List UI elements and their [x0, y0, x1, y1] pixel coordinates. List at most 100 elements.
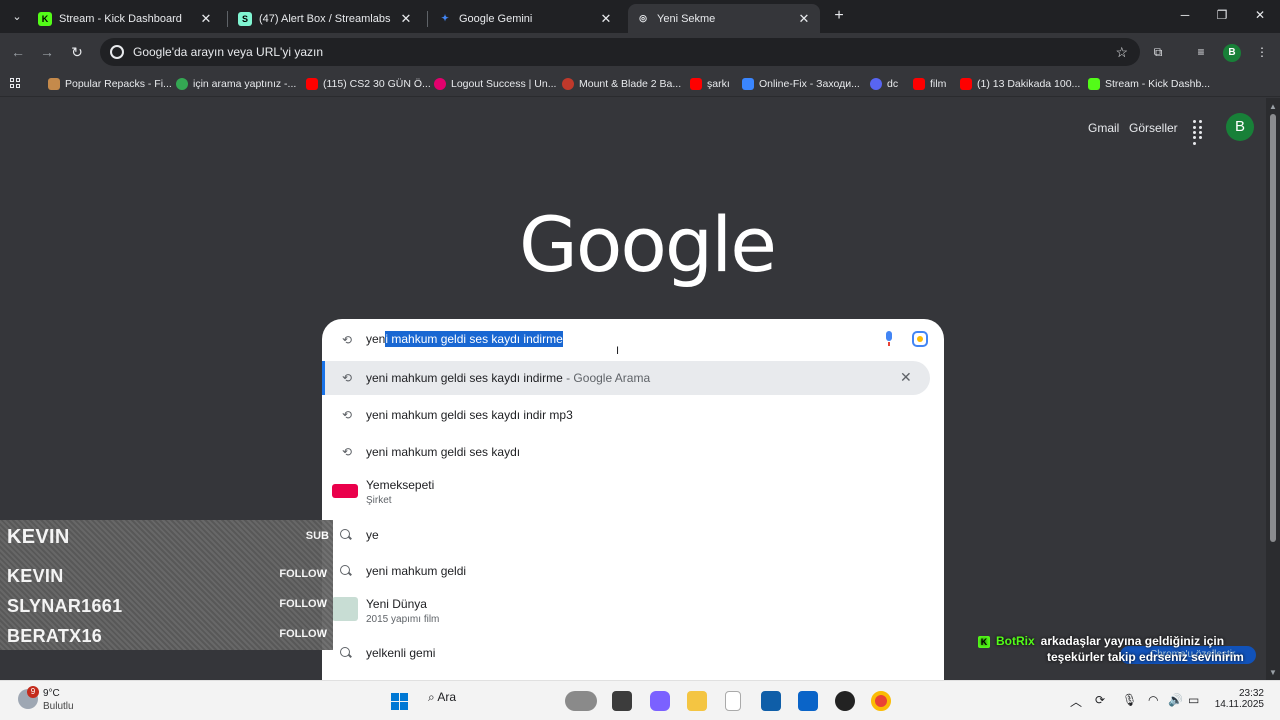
images-link[interactable]: Görseller — [1129, 121, 1178, 135]
suggestion-item[interactable]: ⟲ yeni mahkum geldi ses kaydı indirme - … — [322, 361, 930, 395]
close-tab-icon[interactable]: ✕ — [198, 11, 214, 27]
search-icon — [340, 565, 350, 575]
tab-title: Google Gemini — [459, 12, 533, 25]
address-bar[interactable]: Google'da arayın veya URL'yi yazın ☆ — [100, 38, 1140, 66]
bookmark-label: Popular Repacks - Fi... — [65, 78, 172, 90]
text-cursor-icon: I — [616, 345, 620, 357]
notepad-icon[interactable] — [725, 691, 741, 711]
tab-streamlabs[interactable]: S (47) Alert Box / Streamlabs ✕ — [230, 4, 422, 33]
scroll-up-icon[interactable]: ▲ — [1269, 102, 1277, 111]
suggestion-text: yeni mahkum geldi — [366, 564, 467, 578]
scrollbar-thumb[interactable] — [1270, 114, 1276, 542]
bookmark-item[interactable]: için arama yaptınız -... — [176, 76, 296, 92]
tab-google-gemini[interactable]: ✦ Google Gemini ✕ — [430, 4, 622, 33]
bookmark-favicon-icon — [176, 78, 188, 90]
system-clock[interactable]: 23:32 14.11.2025 — [1214, 688, 1264, 710]
restore-icon[interactable]: ❐ — [1212, 8, 1232, 22]
taskbar-search[interactable]: ⌕ Ara — [428, 690, 456, 705]
bookmark-item[interactable]: Mount & Blade 2 Ba... — [562, 76, 681, 92]
windows-start-icon[interactable] — [390, 692, 408, 710]
tab-yeni-sekme[interactable]: ◎ Yeni Sekme ✕ — [628, 4, 820, 33]
bookmark-item[interactable]: dc — [870, 76, 898, 92]
yeni-dunya-thumbnail — [332, 597, 358, 621]
bookmark-item[interactable]: film — [913, 76, 946, 92]
bookmark-label: Stream - Kick Dashb... — [1105, 78, 1211, 90]
close-tab-icon[interactable]: ✕ — [598, 11, 614, 27]
bookmark-item[interactable]: Popular Repacks - Fi... — [48, 76, 172, 92]
tab-search-chevron-icon[interactable]: ⌄ — [6, 6, 28, 26]
wifi-icon[interactable]: ◠ — [1148, 693, 1158, 707]
suggestion-text: yeni mahkum geldi ses kaydı indirme — [366, 371, 563, 385]
sync-icon[interactable]: ⟳ — [1095, 693, 1105, 707]
kick-favicon-icon: K — [38, 11, 52, 26]
google-apps-icon[interactable] — [1192, 119, 1208, 145]
history-icon: ⟲ — [341, 333, 353, 347]
forward-arrow-icon[interactable]: → — [37, 42, 57, 62]
close-window-icon[interactable]: ✕ — [1250, 8, 1270, 22]
overlay-header-tag: SUB — [305, 530, 329, 542]
remove-suggestion-icon[interactable]: ✕ — [900, 369, 912, 386]
media-queue-icon[interactable]: ≡ — [1193, 44, 1209, 60]
reload-icon[interactable]: ↻ — [67, 42, 87, 62]
bookmark-item[interactable]: şarkı — [690, 76, 730, 92]
bookmark-item[interactable]: Online-Fix - Заходи... — [742, 76, 860, 92]
widgets-icon[interactable] — [565, 691, 597, 711]
chrome-icon[interactable] — [871, 691, 891, 711]
discord-icon — [870, 78, 882, 90]
suggestion-item[interactable]: Yemeksepeti Şirket — [322, 471, 944, 511]
suggestion-text: Yemeksepeti — [366, 478, 435, 492]
bookmark-label: film — [930, 78, 947, 90]
page-scrollbar[interactable]: ▲ ▼ — [1266, 98, 1280, 680]
scroll-down-icon[interactable]: ▼ — [1269, 668, 1277, 677]
bookmark-item[interactable]: Logout Success | Un... — [434, 76, 556, 92]
search-input[interactable]: ⟲ yeni mahkum geldi ses kaydı indirme I — [322, 319, 944, 361]
file-explorer-icon[interactable] — [687, 691, 707, 711]
overlay-row-tag: FOLLOW — [279, 568, 327, 580]
stream-events-overlay: KEVIN SUB KEVIN FOLLOW SLYNAR1661 FOLLOW… — [0, 520, 333, 650]
extensions-puzzle-icon[interactable]: ⧉ — [1150, 44, 1166, 60]
battery-icon[interactable]: ▭ — [1188, 693, 1199, 707]
tab-kick-dashboard[interactable]: K Stream - Kick Dashboard ✕ — [30, 4, 222, 33]
suggestion-item[interactable]: yeni mahkum geldi — [322, 554, 944, 588]
account-avatar[interactable]: B — [1226, 113, 1254, 141]
google-lens-icon[interactable] — [912, 331, 928, 347]
suggestion-item[interactable]: ⟲ yeni mahkum geldi ses kaydı indir mp3 — [322, 398, 944, 432]
google-g-icon — [110, 45, 124, 59]
history-icon: ⟲ — [341, 445, 353, 459]
tray-overflow-chevron-icon[interactable]: ︿ — [1070, 693, 1082, 710]
close-tab-icon[interactable]: ✕ — [796, 11, 812, 27]
voice-search-mic-icon[interactable] — [883, 331, 895, 347]
suggestion-item[interactable]: yelkenli gemi — [322, 636, 944, 670]
clock-time: 23:32 — [1238, 688, 1264, 699]
new-tab-icon[interactable]: + — [830, 7, 848, 25]
more-menu-icon[interactable]: ⋮ — [1254, 44, 1270, 60]
bookmark-item[interactable]: Stream - Kick Dashb... — [1088, 76, 1210, 92]
volume-icon[interactable]: 🔊 — [1168, 693, 1183, 707]
back-arrow-icon[interactable]: ← — [8, 42, 28, 62]
suggestion-item[interactable]: ye — [322, 518, 944, 552]
apps-grid-icon[interactable] — [9, 77, 23, 91]
search-input-text[interactable]: yeni mahkum geldi ses kaydı indirme — [366, 331, 563, 347]
close-tab-icon[interactable]: ✕ — [398, 11, 414, 27]
overlay-row-tag: FOLLOW — [279, 628, 327, 640]
microsoft-store-icon[interactable] — [761, 691, 781, 711]
suggestion-item[interactable]: ⟲ yeni mahkum geldi ses kaydı — [322, 435, 944, 469]
bookmark-item[interactable]: (1) 13 Dakikada 100... — [960, 76, 1080, 92]
profile-avatar[interactable]: B — [1223, 44, 1241, 62]
bookmark-favicon-icon — [742, 78, 754, 90]
suggestion-item[interactable]: Yeni Dünya 2015 yapımı film — [322, 591, 944, 631]
suggestion-text: Yeni Dünya — [366, 597, 427, 611]
weather-condition[interactable]: Bulutlu — [43, 701, 74, 712]
bookmark-item[interactable]: (115) CS2 30 GÜN Ö... — [306, 76, 431, 92]
outlook-icon[interactable] — [798, 691, 818, 711]
copilot-icon[interactable] — [650, 691, 670, 711]
task-view-icon[interactable] — [612, 691, 632, 711]
obs-icon[interactable] — [835, 691, 855, 711]
microphone-icon[interactable]: 🎙 — [1122, 693, 1137, 707]
gmail-link[interactable]: Gmail — [1088, 121, 1119, 135]
streamlabs-favicon-icon: S — [238, 11, 252, 26]
windows-taskbar: 9 9°C Bulutlu ⌕ Ara ︿ ⟳ 🎙 ◠ 🔊 ▭ 23:32 14… — [0, 680, 1280, 720]
minimize-icon[interactable]: ─ — [1175, 8, 1195, 22]
bookmark-star-icon[interactable]: ☆ — [1115, 44, 1128, 61]
weather-temp[interactable]: 9°C — [43, 688, 60, 699]
